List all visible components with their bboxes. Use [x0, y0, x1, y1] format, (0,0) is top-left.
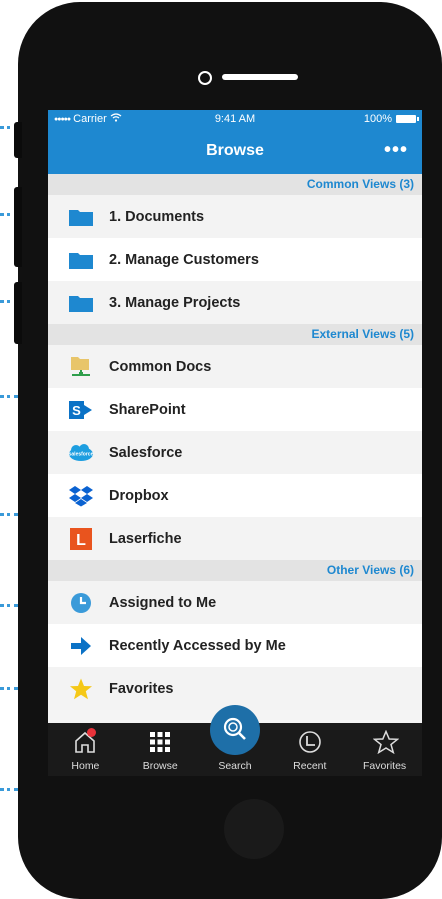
- connector-line: [0, 788, 18, 791]
- status-bar: ●●●●● Carrier 9:41 AM 100%: [48, 110, 422, 130]
- svg-text:salesforce: salesforce: [69, 451, 94, 457]
- tab-label: Search: [218, 760, 252, 772]
- connector-line: [0, 513, 18, 516]
- mute-switch: [14, 122, 22, 158]
- list-item-label: Dropbox: [109, 487, 169, 504]
- volume-up-button: [14, 187, 22, 267]
- sharepoint-icon: S: [68, 398, 94, 422]
- speaker-grille: [222, 74, 298, 80]
- search-icon: [223, 717, 246, 740]
- list-item-label: Favorites: [109, 680, 174, 697]
- search-button[interactable]: [209, 705, 260, 755]
- volume-down-button: [14, 282, 22, 344]
- tab-bar: Home Browse Search Recent Favorites: [48, 705, 422, 776]
- list-item-recently-accessed[interactable]: Recently Accessed by Me: [48, 624, 422, 667]
- salesforce-icon: salesforce: [68, 441, 94, 465]
- tab-label: Home: [71, 760, 100, 772]
- battery-icon: [396, 115, 419, 123]
- list-item-assigned-to-me[interactable]: Assigned to Me: [48, 581, 422, 624]
- battery-percent: 100%: [363, 113, 392, 125]
- more-options-button[interactable]: •••: [384, 139, 408, 162]
- list-item-label: Laserfiche: [109, 530, 182, 547]
- folder-icon: [68, 248, 94, 272]
- home-button[interactable]: [224, 799, 284, 859]
- arrow-right-icon: [68, 634, 94, 658]
- list-item-label: Assigned to Me: [109, 594, 217, 611]
- app-screen: ●●●●● Carrier 9:41 AM 100% Browse ••• Co…: [48, 110, 422, 776]
- list-item-sharepoint[interactable]: S SharePoint: [48, 388, 422, 431]
- section-header-other-views: Other Views (6): [48, 560, 422, 581]
- list-item-label: Recently Accessed by Me: [109, 637, 286, 654]
- list-item-documents[interactable]: 1. Documents: [48, 195, 422, 238]
- svg-text:L: L: [76, 532, 86, 549]
- list-item-label: 3. Manage Projects: [109, 294, 241, 311]
- list-item-label: SharePoint: [109, 401, 186, 418]
- tab-home[interactable]: Home: [48, 723, 123, 776]
- folder-icon: [68, 291, 94, 315]
- section-header-common-views: Common Views (3): [48, 174, 422, 195]
- connector-line: [0, 604, 18, 607]
- section-header-external-views: External Views (5): [48, 324, 422, 345]
- laserfiche-icon: L: [68, 527, 94, 551]
- list-item-manage-projects[interactable]: 3. Manage Projects: [48, 281, 422, 324]
- list-item-common-docs[interactable]: Common Docs: [48, 345, 422, 388]
- list-item-label: Common Docs: [109, 358, 212, 375]
- svg-text:S: S: [72, 403, 81, 418]
- home-icon: [73, 728, 97, 754]
- tab-browse[interactable]: Browse: [123, 723, 198, 776]
- dropbox-icon: [68, 484, 94, 508]
- tab-label: Browse: [142, 760, 178, 772]
- connector-line: [0, 687, 18, 690]
- star-outline-icon: [372, 729, 400, 755]
- tab-favorites[interactable]: Favorites: [347, 723, 422, 776]
- list-item-favorites[interactable]: Favorites: [48, 667, 422, 710]
- tab-label: Recent: [293, 760, 327, 772]
- front-camera: [198, 71, 212, 85]
- grid-icon: [148, 730, 172, 754]
- list-item-dropbox[interactable]: Dropbox: [48, 474, 422, 517]
- tab-recent[interactable]: Recent: [272, 723, 347, 776]
- list-item-label: 1. Documents: [109, 208, 205, 225]
- list-item-salesforce[interactable]: salesforce Salesforce: [48, 431, 422, 474]
- list-item-manage-customers[interactable]: 2. Manage Customers: [48, 238, 422, 281]
- tab-search[interactable]: Search: [198, 705, 273, 776]
- folder-icon: [68, 205, 94, 229]
- page-title: Browse: [206, 142, 264, 159]
- list-item-label: Salesforce: [109, 444, 183, 461]
- recent-icon: [298, 730, 322, 754]
- nav-bar: Browse •••: [48, 130, 422, 174]
- list-item-laserfiche[interactable]: L Laserfiche: [48, 517, 422, 560]
- tab-label: Favorites: [362, 760, 407, 772]
- list-item-label: 2. Manage Customers: [109, 251, 259, 268]
- shared-folder-icon: [68, 355, 94, 379]
- connector-line: [0, 395, 18, 398]
- clock-icon: [68, 591, 94, 615]
- star-icon: [68, 677, 94, 701]
- notification-badge: [87, 728, 97, 737]
